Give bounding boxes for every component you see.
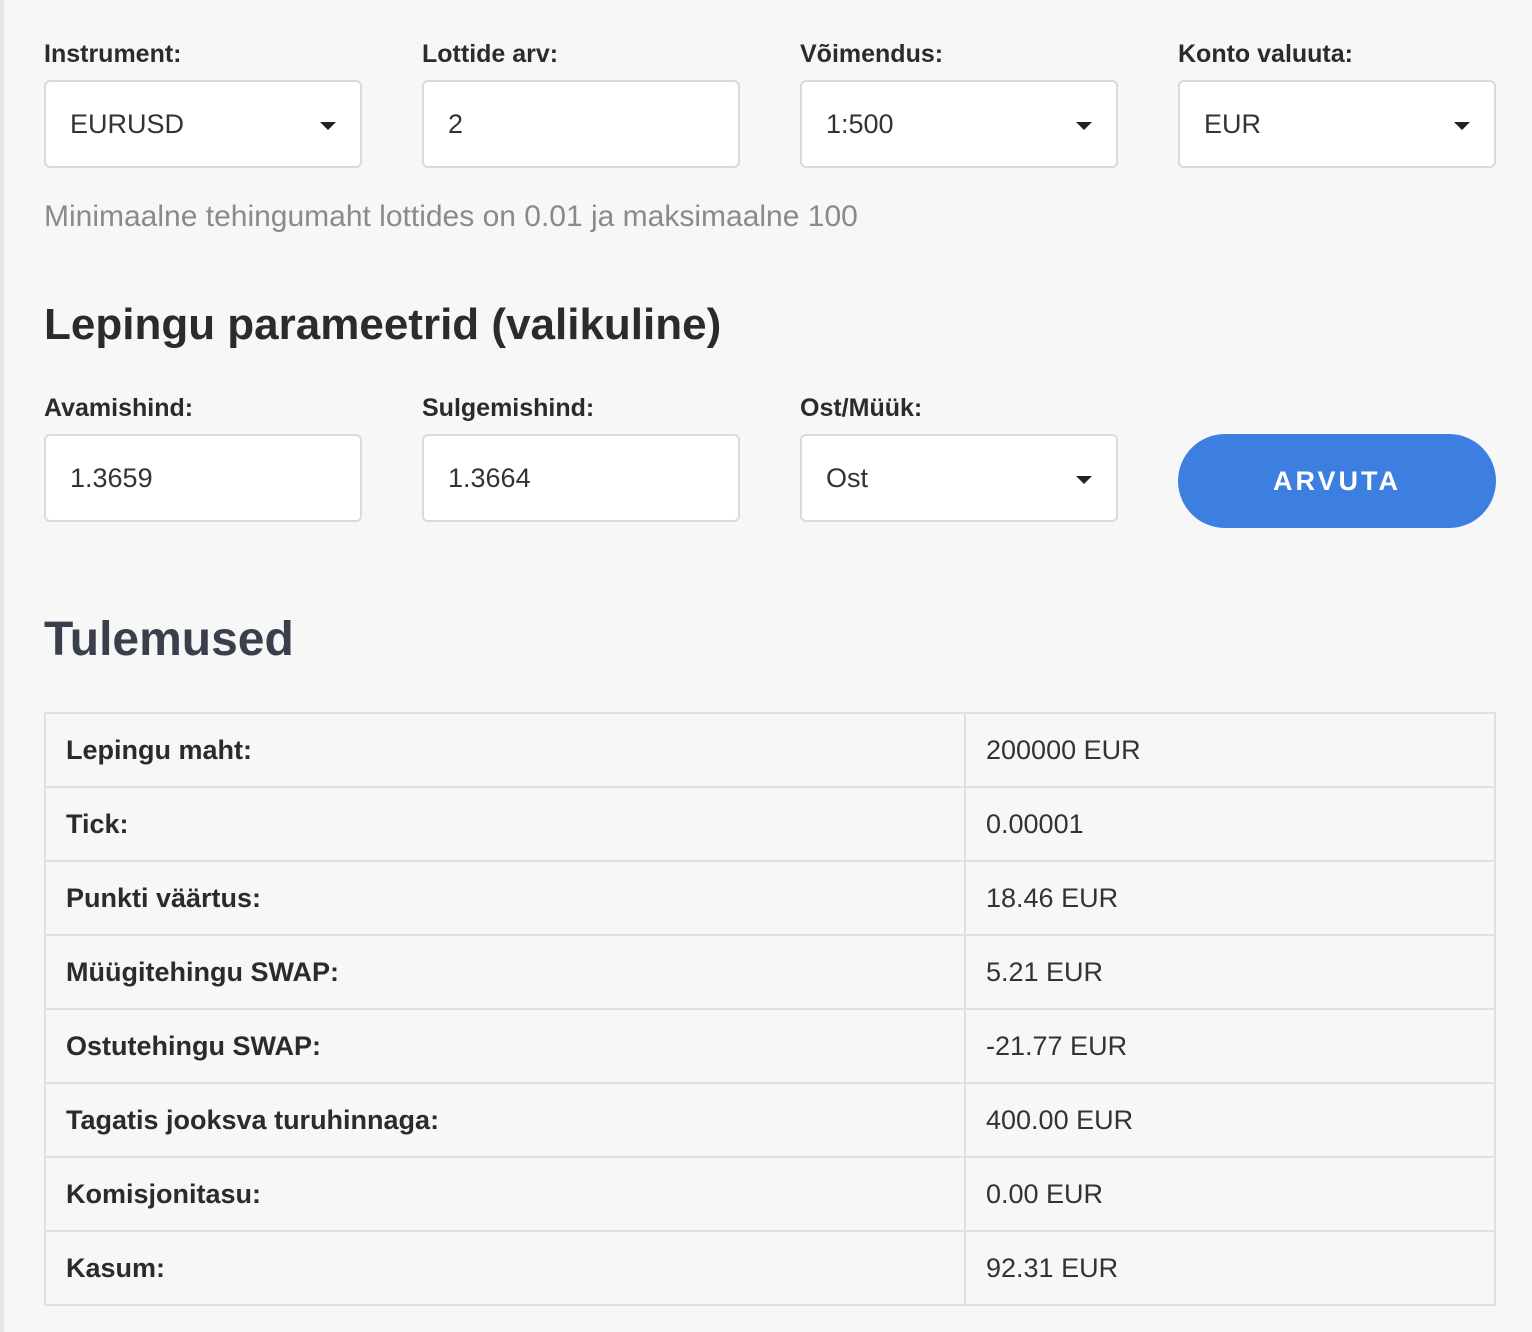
- account-currency-select[interactable]: EUR: [1178, 80, 1496, 168]
- leverage-select[interactable]: 1:500: [800, 80, 1118, 168]
- lot-size-hint: Minimaalne tehingumaht lottides on 0.01 …: [44, 200, 858, 233]
- caret-down-icon: [1454, 122, 1470, 130]
- result-value: 0.00 EUR: [964, 1156, 1496, 1232]
- table-row: Komisjonitasu: 0.00 EUR: [44, 1156, 1496, 1232]
- instrument-select[interactable]: EURUSD: [44, 80, 362, 168]
- buy-sell-select[interactable]: Ost: [800, 434, 1118, 522]
- lots-input[interactable]: 2: [422, 80, 740, 168]
- table-row: Kasum: 92.31 EUR: [44, 1230, 1496, 1306]
- table-row: Lepingu maht: 200000 EUR: [44, 712, 1496, 788]
- buy-sell-label: Ost/Müük:: [800, 394, 923, 422]
- open-price-input[interactable]: 1.3659: [44, 434, 362, 522]
- table-row: Tagatis jooksva turuhinnaga: 400.00 EUR: [44, 1082, 1496, 1158]
- leverage-value: 1:500: [826, 109, 894, 139]
- result-label: Ostutehingu SWAP:: [44, 1008, 966, 1084]
- result-value: 400.00 EUR: [964, 1082, 1496, 1158]
- result-label: Müügitehingu SWAP:: [44, 934, 966, 1010]
- results-table: Lepingu maht: 200000 EUR Tick: 0.00001 P…: [44, 712, 1496, 1306]
- lots-label: Lottide arv:: [422, 40, 559, 68]
- result-value: 200000 EUR: [964, 712, 1496, 788]
- result-label: Punkti väärtus:: [44, 860, 966, 936]
- table-row: Tick: 0.00001: [44, 786, 1496, 862]
- result-label: Tagatis jooksva turuhinnaga:: [44, 1082, 966, 1158]
- close-price-input[interactable]: 1.3664: [422, 434, 740, 522]
- result-label: Tick:: [44, 786, 966, 862]
- result-value: 92.31 EUR: [964, 1230, 1496, 1306]
- close-price-value: 1.3664: [448, 463, 531, 493]
- lots-value: 2: [448, 109, 464, 139]
- result-label: Kasum:: [44, 1230, 966, 1306]
- caret-down-icon: [1076, 122, 1092, 130]
- result-value: 5.21 EUR: [964, 934, 1496, 1010]
- buy-sell-value: Ost: [826, 463, 869, 493]
- result-label: Komisjonitasu:: [44, 1156, 966, 1232]
- table-row: Müügitehingu SWAP: 5.21 EUR: [44, 934, 1496, 1010]
- account-currency-value: EUR: [1204, 109, 1262, 139]
- result-label: Lepingu maht:: [44, 712, 966, 788]
- account-currency-label: Konto valuuta:: [1178, 40, 1353, 68]
- leverage-label: Võimendus:: [800, 40, 944, 68]
- result-value: 0.00001: [964, 786, 1496, 862]
- result-value: -21.77 EUR: [964, 1008, 1496, 1084]
- left-edge-divider: [0, 0, 4, 1332]
- instrument-value: EURUSD: [70, 109, 185, 139]
- caret-down-icon: [320, 122, 336, 130]
- close-price-label: Sulgemishind:: [422, 394, 595, 422]
- instrument-label: Instrument:: [44, 40, 182, 68]
- table-row: Ostutehingu SWAP: -21.77 EUR: [44, 1008, 1496, 1084]
- calculate-button[interactable]: ARVUTA: [1178, 434, 1496, 528]
- open-price-label: Avamishind:: [44, 394, 194, 422]
- open-price-value: 1.3659: [70, 463, 153, 493]
- table-row: Punkti väärtus: 18.46 EUR: [44, 860, 1496, 936]
- results-title: Tulemused: [44, 613, 294, 666]
- result-value: 18.46 EUR: [964, 860, 1496, 936]
- contract-params-title: Lepingu parameetrid (valikuline): [44, 300, 722, 349]
- caret-down-icon: [1076, 476, 1092, 484]
